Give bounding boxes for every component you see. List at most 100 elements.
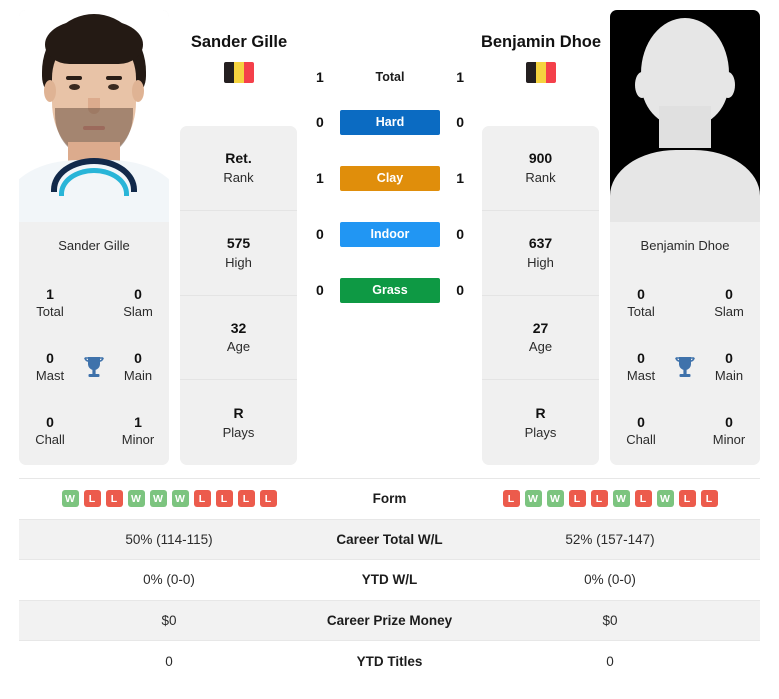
h2h-hard-row: 0 Hard 0 xyxy=(300,94,480,150)
belgium-flag-icon xyxy=(224,62,254,84)
table-row-ytd-titles: 0 YTD Titles 0 xyxy=(19,640,760,681)
form-badge-win[interactable]: W xyxy=(127,490,145,508)
row-label-form: Form xyxy=(372,491,407,507)
form-badge-win[interactable]: W xyxy=(546,490,564,508)
left-titles-panel: Sander Gille 1 Total 0 Slam 0 Mast 0 Mai… xyxy=(19,222,169,463)
row-label-ytd-titles: YTD Titles xyxy=(356,653,423,669)
left-high-cell: 575 High xyxy=(180,211,297,296)
h2h-total-row: 1 Total 1 xyxy=(300,60,480,94)
trophy-icon xyxy=(670,355,700,379)
form-badge-loss[interactable]: L xyxy=(105,490,123,508)
right-player-name[interactable]: Benjamin Dhoe xyxy=(466,32,616,53)
left-titles-row-3: 0 Chall 1 Minor xyxy=(25,399,163,463)
right-form-badges: LWWLLWLWLL xyxy=(502,490,718,508)
right-age-cell: 27 Age xyxy=(482,296,599,381)
form-badge-loss[interactable]: L xyxy=(259,490,277,508)
surface-badge-hard[interactable]: Hard xyxy=(340,109,440,135)
right-titles-row-3: 0 Chall 0 Minor xyxy=(616,399,754,463)
left-ytd-wl: 0% (0-0) xyxy=(143,572,195,588)
surface-badge-clay[interactable]: Clay xyxy=(340,165,440,191)
row-label-career-total-wl: Career Total W/L xyxy=(336,531,443,547)
right-titles-minor: 0 Minor xyxy=(712,414,746,447)
right-titles-slam: 0 Slam xyxy=(714,286,744,319)
head-to-head-surfaces: 1 Total 1 0 Hard 0 1 Clay 1 0 Indoor 0 0 xyxy=(300,60,480,318)
left-player-card[interactable]: Sander Gille 1 Total 0 Slam 0 Mast 0 Mai… xyxy=(19,10,169,465)
left-ytd-titles: 0 xyxy=(165,653,173,669)
left-form-cell: WLLWWWLLLL xyxy=(19,490,319,508)
form-badge-loss[interactable]: L xyxy=(590,490,608,508)
left-titles-chall: 0 Chall xyxy=(35,414,65,447)
form-badge-loss[interactable]: L xyxy=(237,490,255,508)
h2h-indoor-right: 0 xyxy=(456,226,464,242)
left-titles-row-1: 1 Total 0 Slam xyxy=(25,271,163,335)
right-titles-row-2: 0 Mast 0 Main xyxy=(616,335,754,399)
h2h-hard-left: 0 xyxy=(316,114,324,130)
right-player-header: Benjamin Dhoe xyxy=(466,32,616,84)
h2h-grass-left: 0 xyxy=(316,282,324,298)
h2h-clay-left: 1 xyxy=(316,170,324,186)
right-titles-total: 0 Total xyxy=(627,286,655,319)
left-photo-caption: Sander Gille xyxy=(58,238,130,253)
right-ytd-titles: 0 xyxy=(606,653,614,669)
form-badge-win[interactable]: W xyxy=(656,490,674,508)
right-player-photo-placeholder xyxy=(610,10,760,222)
h2h-grass-right: 0 xyxy=(456,282,464,298)
right-form-cell: LWWLLWLWLL xyxy=(460,490,760,508)
table-row-career-total-wl: 50% (114-115) Career Total W/L 52% (157-… xyxy=(19,518,760,560)
right-titles-mast: 0 Mast xyxy=(626,350,656,383)
h2h-clay-row: 1 Clay 1 xyxy=(300,150,480,206)
form-badge-loss[interactable]: L xyxy=(568,490,586,508)
left-career-total-wl: 50% (114-115) xyxy=(125,531,213,547)
form-badge-win[interactable]: W xyxy=(524,490,542,508)
left-plays-cell: R Plays xyxy=(222,405,255,440)
form-badge-win[interactable]: W xyxy=(612,490,630,508)
h2h-clay-right: 1 xyxy=(456,170,464,186)
form-badge-loss[interactable]: L xyxy=(83,490,101,508)
comparison-header: Sander Gille Benjamin Dhoe Sander Gille … xyxy=(0,0,779,472)
left-titles-slam: 0 Slam xyxy=(123,286,153,319)
left-titles-row-2: 0 Mast 0 Main xyxy=(25,335,163,399)
h2h-total-label: Total xyxy=(375,70,405,84)
trophy-icon xyxy=(79,355,109,379)
form-badge-win[interactable]: W xyxy=(61,490,79,508)
comparison-stats-table: WLLWWWLLLL Form LWWLLWLWLL 50% (114-115)… xyxy=(19,478,760,681)
h2h-total-right: 1 xyxy=(456,69,464,85)
form-badge-loss[interactable]: L xyxy=(215,490,233,508)
h2h-indoor-left: 0 xyxy=(316,226,324,242)
left-player-header: Sander Gille xyxy=(164,32,314,84)
right-photo-caption: Benjamin Dhoe xyxy=(640,238,730,253)
left-titles-total: 1 Total xyxy=(36,286,64,319)
row-label-ytd-wl: YTD W/L xyxy=(361,572,418,588)
form-badge-win[interactable]: W xyxy=(171,490,189,508)
right-titles-row-1: 0 Total 0 Slam xyxy=(616,271,754,335)
form-badge-win[interactable]: W xyxy=(149,490,167,508)
right-ytd-wl: 0% (0-0) xyxy=(584,572,636,588)
left-career-prize-money: $0 xyxy=(161,613,177,629)
left-rank-panel: Ret. Rank 575 High 32 Age R Plays xyxy=(180,126,297,465)
right-titles-chall: 0 Chall xyxy=(626,414,656,447)
surface-badge-indoor[interactable]: Indoor xyxy=(340,221,440,247)
belgium-flag-icon xyxy=(526,62,556,84)
right-plays-cell: R Plays xyxy=(524,405,557,440)
left-rank-cell: Ret. Rank xyxy=(180,126,297,211)
form-badge-loss[interactable]: L xyxy=(678,490,696,508)
surface-badge-grass[interactable]: Grass xyxy=(340,277,440,303)
table-row-career-prize-money: $0 Career Prize Money $0 xyxy=(19,599,760,641)
right-career-total-wl: 52% (157-147) xyxy=(565,531,655,547)
form-badge-loss[interactable]: L xyxy=(634,490,652,508)
right-rank-panel: 900 Rank 637 High 27 Age R Plays xyxy=(482,126,599,465)
left-age-cell: 32 Age xyxy=(180,296,297,381)
left-player-name[interactable]: Sander Gille xyxy=(164,32,314,53)
form-badge-loss[interactable]: L xyxy=(193,490,211,508)
right-career-prize-money: $0 xyxy=(602,613,618,629)
left-titles-mast: 0 Mast xyxy=(35,350,65,383)
form-badge-loss[interactable]: L xyxy=(700,490,718,508)
table-row-ytd-wl: 0% (0-0) YTD W/L 0% (0-0) xyxy=(19,559,760,600)
right-player-card[interactable]: Benjamin Dhoe 0 Total 0 Slam 0 Mast 0 Ma… xyxy=(610,10,760,465)
right-titles-main: 0 Main xyxy=(714,350,744,383)
right-rank-cell: 900 Rank xyxy=(482,126,599,211)
right-high-cell: 637 High xyxy=(482,211,599,296)
h2h-hard-right: 0 xyxy=(456,114,464,130)
left-titles-minor: 1 Minor xyxy=(121,414,155,447)
form-badge-loss[interactable]: L xyxy=(502,490,520,508)
